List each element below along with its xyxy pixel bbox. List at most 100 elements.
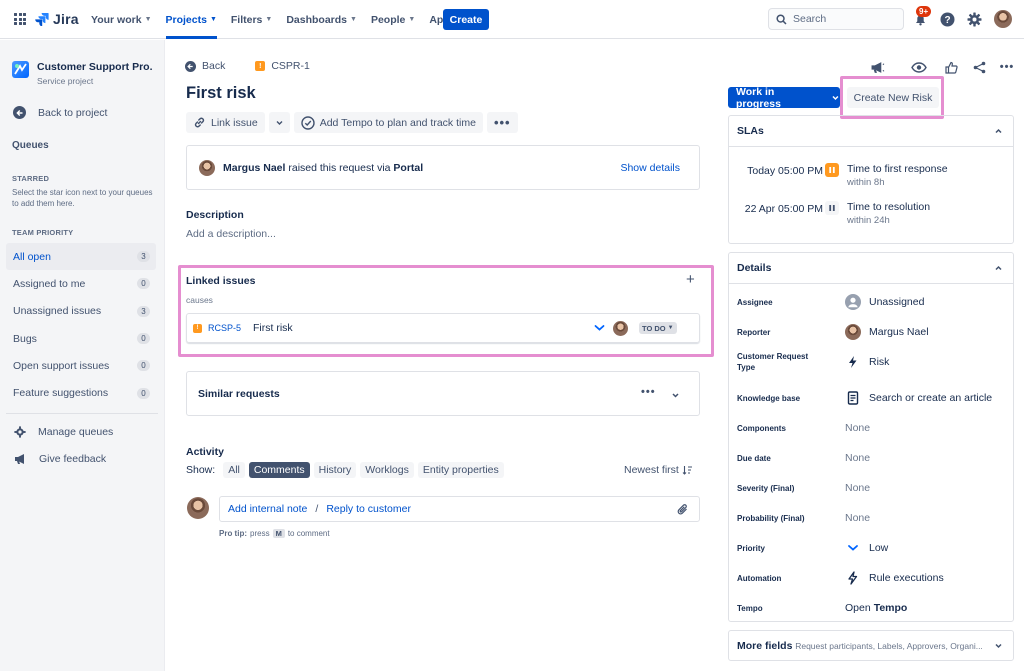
filter-worklogs[interactable]: Worklogs: [360, 462, 414, 478]
description-field[interactable]: Add a description...: [186, 228, 276, 240]
queue-item-assigned-to-me[interactable]: Assigned to me 0: [6, 270, 156, 297]
search-input[interactable]: [793, 13, 893, 25]
settings-gear-icon[interactable]: [965, 10, 983, 28]
filter-history[interactable]: History: [313, 462, 357, 478]
status-transition-button[interactable]: Work in progress: [728, 85, 840, 110]
filter-comments[interactable]: Comments: [248, 462, 310, 478]
queue-item-unassigned[interactable]: Unassigned issues 3: [6, 298, 156, 325]
app-switcher-icon[interactable]: [14, 13, 26, 25]
detail-label: Assignee: [737, 297, 773, 307]
severity-value[interactable]: None: [845, 482, 870, 494]
filter-all[interactable]: All: [223, 462, 245, 478]
chevron-up-icon: [995, 128, 1002, 133]
filter-entity-properties[interactable]: Entity properties: [417, 462, 504, 478]
gear-icon: [14, 426, 26, 438]
request-type-field[interactable]: Risk: [845, 355, 889, 369]
add-internal-note-link[interactable]: Add internal note: [228, 503, 307, 515]
issue-key[interactable]: CSPR-1: [271, 60, 310, 72]
nav-dashboards[interactable]: Dashboards ▼: [286, 0, 357, 39]
shortcut-key: M: [272, 529, 285, 538]
show-details-link[interactable]: Show details: [620, 162, 680, 174]
linked-issue-assignee-avatar: [613, 321, 628, 336]
arrow-left-icon[interactable]: [185, 60, 196, 72]
priority-field[interactable]: Low: [845, 542, 888, 554]
comment-separator: /: [315, 503, 319, 515]
slas-panel: SLAs Today 05:00 PM Time to first respon…: [728, 115, 1014, 244]
reporter-field[interactable]: Margus Nael: [845, 324, 929, 340]
queue-item-open-support[interactable]: Open support issues 0: [6, 352, 156, 379]
tempo-button[interactable]: Add Tempo to plan and track time: [293, 112, 483, 133]
linked-issue-row[interactable]: ! RCSP-5 First risk TO DO ▼: [186, 313, 700, 343]
more-fields-panel[interactable]: More fields Request participants, Labels…: [728, 630, 1014, 661]
status-label: Work in progress: [736, 85, 781, 110]
watch-eye-icon[interactable]: [910, 60, 928, 74]
manage-queues-link[interactable]: Manage queues: [14, 426, 113, 438]
chevron-down-icon: ▼: [209, 16, 217, 23]
help-icon[interactable]: ?: [938, 10, 956, 28]
linked-issue-key[interactable]: RCSP-5: [208, 323, 241, 333]
add-link-plus-icon[interactable]: +: [686, 272, 695, 287]
tempo-field[interactable]: Open Tempo: [845, 602, 907, 614]
unassigned-avatar-icon: [845, 294, 861, 310]
user-avatar[interactable]: [994, 10, 1012, 28]
nav-people[interactable]: People ▼: [371, 0, 415, 39]
assignee-field[interactable]: Unassigned: [845, 294, 924, 310]
chevron-down-icon[interactable]: [671, 391, 680, 400]
link-issue-dropdown[interactable]: [268, 112, 290, 133]
queue-item-feature-suggestions[interactable]: Feature suggestions 0: [6, 379, 156, 406]
sort-order-label: Newest first: [624, 464, 679, 476]
queue-item-bugs[interactable]: Bugs 0: [6, 325, 156, 352]
issue-title[interactable]: First risk: [186, 84, 256, 103]
more-horizontal-icon[interactable]: •••: [641, 386, 656, 398]
chevron-down-icon: [995, 643, 1002, 649]
more-horizontal-icon: •••: [493, 114, 511, 130]
create-new-risk-button[interactable]: Create New Risk: [847, 87, 939, 108]
slas-heading: SLAs: [737, 125, 764, 137]
paperclip-icon[interactable]: [677, 503, 689, 516]
detail-due-date: Due date None: [737, 443, 1007, 473]
due-date-value[interactable]: None: [845, 452, 870, 464]
back-link[interactable]: Back: [202, 60, 225, 72]
back-to-project-link[interactable]: Back to project: [13, 106, 107, 119]
components-value[interactable]: None: [845, 422, 870, 434]
activity-filter-bar: Show: All Comments History Worklogs Enti…: [186, 462, 504, 478]
more-horizontal-icon[interactable]: •••: [998, 60, 1016, 74]
create-button[interactable]: Create: [443, 9, 489, 30]
low-priority-icon: [594, 325, 605, 331]
sort-order-button[interactable]: Newest first: [624, 464, 693, 476]
give-feedback-link[interactable]: Give feedback: [14, 453, 106, 465]
feedback-megaphone-icon[interactable]: [868, 60, 886, 74]
vote-thumbs-up-icon[interactable]: [942, 60, 960, 74]
nav-filters[interactable]: Filters ▼: [231, 0, 272, 39]
knowledge-base-field[interactable]: Search or create an article: [845, 391, 992, 405]
linked-issue-status[interactable]: TO DO ▼: [639, 322, 677, 334]
probability-value[interactable]: None: [845, 512, 870, 524]
queue-label: Unassigned issues: [13, 305, 102, 318]
detail-label: Priority: [737, 543, 766, 553]
similar-requests-panel[interactable]: Similar requests •••: [186, 371, 700, 416]
details-panel: Details Assignee Unassigned Reporter Mar…: [728, 252, 1014, 622]
search-box[interactable]: [768, 8, 904, 30]
queues-heading: Queues: [12, 140, 49, 151]
linked-issue-summary[interactable]: First risk: [253, 322, 293, 334]
nav-projects[interactable]: Projects ▼: [165, 0, 218, 39]
detail-components: Components None: [737, 413, 1007, 443]
automation-value: Rule executions: [869, 572, 944, 584]
nav-your-work[interactable]: Your work ▼: [91, 0, 152, 39]
details-header[interactable]: Details: [729, 253, 1013, 284]
automation-field[interactable]: Rule executions: [845, 571, 944, 585]
detail-priority: Priority Low: [737, 533, 1007, 563]
reply-to-customer-link[interactable]: Reply to customer: [326, 503, 411, 515]
project-header[interactable]: Customer Support Pro... Service project: [12, 61, 152, 86]
detail-knowledge-base: Knowledge base Search or create an artic…: [737, 383, 1007, 413]
link-issue-button[interactable]: Link issue: [186, 112, 265, 133]
slas-header[interactable]: SLAs: [729, 116, 1013, 147]
share-icon[interactable]: [970, 60, 988, 74]
lightning-bolt-icon: [849, 356, 857, 368]
queue-item-all-open[interactable]: All open 3: [6, 243, 156, 271]
requester-name[interactable]: Margus Nael: [223, 162, 285, 174]
jira-logo[interactable]: Jira: [35, 11, 79, 27]
more-actions-button[interactable]: •••: [486, 112, 518, 133]
comment-box[interactable]: Add internal note / Reply to customer: [219, 496, 700, 522]
sla-time: 22 Apr 05:00 PM: [744, 203, 823, 215]
